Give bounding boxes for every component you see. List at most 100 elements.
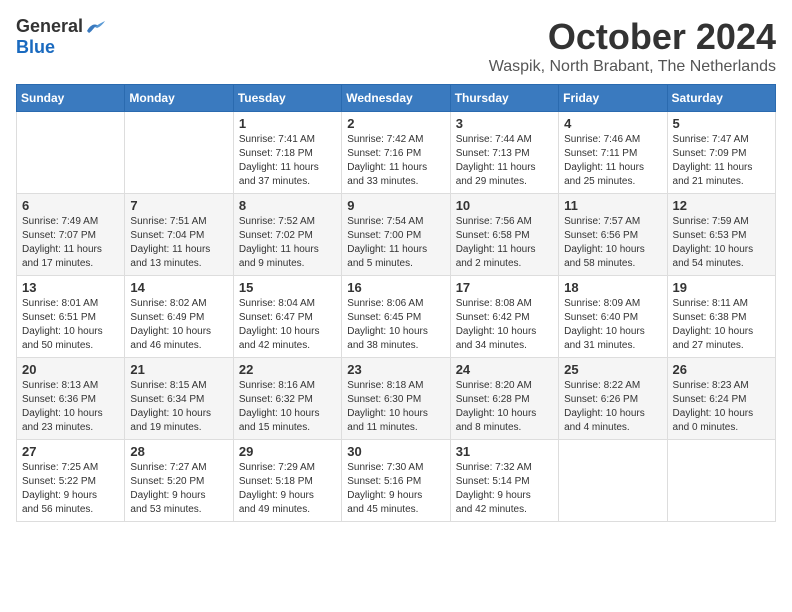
calendar-cell: 31Sunrise: 7:32 AM Sunset: 5:14 PM Dayli… — [450, 440, 558, 522]
calendar-cell: 9 Sunrise: 7:54 AM Sunset: 7:00 PM Daylig… — [342, 194, 450, 276]
day-info: Sunrise: 7:42 AM Sunset: 7:16 PM Dayligh… — [347, 133, 444, 189]
day-info: Sunrise: 7:51 AM Sunset: 7:04 PM Dayligh… — [130, 215, 227, 271]
day-number: 25 — [564, 362, 661, 377]
calendar-cell — [17, 112, 125, 194]
day-number: 19 — [673, 280, 770, 295]
day-number: 10 — [456, 198, 553, 213]
logo-blue: Blue — [16, 37, 55, 58]
calendar-cell: 7 Sunrise: 7:51 AM Sunset: 7:04 PM Daylig… — [125, 194, 233, 276]
day-info: Sunrise: 7:54 AM Sunset: 7:00 PM Dayligh… — [347, 215, 444, 271]
day-info: Sunrise: 8:15 AM Sunset: 6:34 PM Dayligh… — [130, 379, 227, 435]
day-number: 8 — [239, 198, 336, 213]
day-info: Sunrise: 7:59 AM Sunset: 6:53 PM Dayligh… — [673, 215, 770, 271]
day-info: Sunrise: 8:04 AM Sunset: 6:47 PM Dayligh… — [239, 297, 336, 353]
calendar-cell: 17Sunrise: 8:08 AM Sunset: 6:42 PM Dayli… — [450, 276, 558, 358]
day-info: Sunrise: 8:16 AM Sunset: 6:32 PM Dayligh… — [239, 379, 336, 435]
day-info: Sunrise: 7:56 AM Sunset: 6:58 PM Dayligh… — [456, 215, 553, 271]
calendar-header-sunday: Sunday — [17, 85, 125, 112]
logo-general: General — [16, 16, 83, 37]
calendar-cell: 26 Sunrise: 8:23 AM Sunset: 6:24 PM Dayli… — [667, 358, 775, 440]
calendar-header-friday: Friday — [559, 85, 667, 112]
day-number: 2 — [347, 116, 444, 131]
calendar-cell: 18 Sunrise: 8:09 AM Sunset: 6:40 PM Dayli… — [559, 276, 667, 358]
day-number: 28 — [130, 444, 227, 459]
day-number: 30 — [347, 444, 444, 459]
day-number: 5 — [673, 116, 770, 131]
calendar-cell: 20 Sunrise: 8:13 AM Sunset: 6:36 PM Dayli… — [17, 358, 125, 440]
calendar-week-5: 27 Sunrise: 7:25 AM Sunset: 5:22 PM Dayli… — [17, 440, 776, 522]
calendar-week-4: 20 Sunrise: 8:13 AM Sunset: 6:36 PM Dayli… — [17, 358, 776, 440]
day-number: 13 — [22, 280, 119, 295]
month-title: October 2024 — [489, 16, 776, 58]
day-info: Sunrise: 7:30 AM Sunset: 5:16 PM Dayligh… — [347, 461, 444, 517]
day-info: Sunrise: 8:13 AM Sunset: 6:36 PM Dayligh… — [22, 379, 119, 435]
calendar-cell: 29Sunrise: 7:29 AM Sunset: 5:18 PM Dayli… — [233, 440, 341, 522]
location-title: Waspik, North Brabant, The Netherlands — [489, 58, 776, 76]
day-number: 20 — [22, 362, 119, 377]
calendar-cell: 11Sunrise: 7:57 AM Sunset: 6:56 PM Dayli… — [559, 194, 667, 276]
calendar-header-row: SundayMondayTuesdayWednesdayThursdayFrid… — [17, 85, 776, 112]
calendar-cell: 12Sunrise: 7:59 AM Sunset: 6:53 PM Dayli… — [667, 194, 775, 276]
calendar-week-3: 13 Sunrise: 8:01 AM Sunset: 6:51 PM Dayli… — [17, 276, 776, 358]
calendar-cell: 22 Sunrise: 8:16 AM Sunset: 6:32 PM Dayli… — [233, 358, 341, 440]
day-info: Sunrise: 8:20 AM Sunset: 6:28 PM Dayligh… — [456, 379, 553, 435]
logo-bird-icon — [85, 19, 105, 35]
day-info: Sunrise: 8:23 AM Sunset: 6:24 PM Dayligh… — [673, 379, 770, 435]
day-number: 29 — [239, 444, 336, 459]
calendar-cell: 15 Sunrise: 8:04 AM Sunset: 6:47 PM Dayli… — [233, 276, 341, 358]
logo: General Blue — [16, 16, 105, 58]
day-info: Sunrise: 7:52 AM Sunset: 7:02 PM Dayligh… — [239, 215, 336, 271]
calendar-cell: 8 Sunrise: 7:52 AM Sunset: 7:02 PM Daylig… — [233, 194, 341, 276]
day-info: Sunrise: 8:18 AM Sunset: 6:30 PM Dayligh… — [347, 379, 444, 435]
calendar-cell: 16 Sunrise: 8:06 AM Sunset: 6:45 PM Dayli… — [342, 276, 450, 358]
calendar-header-monday: Monday — [125, 85, 233, 112]
day-number: 4 — [564, 116, 661, 131]
calendar-cell: 23 Sunrise: 8:18 AM Sunset: 6:30 PM Dayli… — [342, 358, 450, 440]
calendar-cell — [559, 440, 667, 522]
day-info: Sunrise: 7:57 AM Sunset: 6:56 PM Dayligh… — [564, 215, 661, 271]
page-header: General Blue October 2024 Waspik, North … — [16, 16, 776, 76]
title-section: October 2024 Waspik, North Brabant, The … — [489, 16, 776, 76]
day-info: Sunrise: 7:46 AM Sunset: 7:11 PM Dayligh… — [564, 133, 661, 189]
calendar-cell: 14Sunrise: 8:02 AM Sunset: 6:49 PM Dayli… — [125, 276, 233, 358]
day-number: 26 — [673, 362, 770, 377]
day-info: Sunrise: 7:32 AM Sunset: 5:14 PM Dayligh… — [456, 461, 553, 517]
calendar-cell: 21 Sunrise: 8:15 AM Sunset: 6:34 PM Dayli… — [125, 358, 233, 440]
day-info: Sunrise: 7:27 AM Sunset: 5:20 PM Dayligh… — [130, 461, 227, 517]
day-info: Sunrise: 8:09 AM Sunset: 6:40 PM Dayligh… — [564, 297, 661, 353]
calendar-cell: 19Sunrise: 8:11 AM Sunset: 6:38 PM Dayli… — [667, 276, 775, 358]
day-number: 24 — [456, 362, 553, 377]
calendar-table: SundayMondayTuesdayWednesdayThursdayFrid… — [16, 84, 776, 522]
day-info: Sunrise: 7:44 AM Sunset: 7:13 PM Dayligh… — [456, 133, 553, 189]
calendar-cell: 30 Sunrise: 7:30 AM Sunset: 5:16 PM Dayli… — [342, 440, 450, 522]
calendar-cell: 4 Sunrise: 7:46 AM Sunset: 7:11 PM Daylig… — [559, 112, 667, 194]
day-number: 23 — [347, 362, 444, 377]
day-number: 15 — [239, 280, 336, 295]
calendar-header-tuesday: Tuesday — [233, 85, 341, 112]
day-number: 9 — [347, 198, 444, 213]
day-info: Sunrise: 7:47 AM Sunset: 7:09 PM Dayligh… — [673, 133, 770, 189]
calendar-cell — [667, 440, 775, 522]
day-number: 14 — [130, 280, 227, 295]
calendar-cell: 2 Sunrise: 7:42 AM Sunset: 7:16 PM Daylig… — [342, 112, 450, 194]
day-number: 18 — [564, 280, 661, 295]
day-number: 3 — [456, 116, 553, 131]
day-info: Sunrise: 7:41 AM Sunset: 7:18 PM Dayligh… — [239, 133, 336, 189]
day-number: 7 — [130, 198, 227, 213]
day-number: 6 — [22, 198, 119, 213]
calendar-cell: 3 Sunrise: 7:44 AM Sunset: 7:13 PM Daylig… — [450, 112, 558, 194]
day-number: 16 — [347, 280, 444, 295]
calendar-header-saturday: Saturday — [667, 85, 775, 112]
calendar-cell: 24 Sunrise: 8:20 AM Sunset: 6:28 PM Dayli… — [450, 358, 558, 440]
day-number: 22 — [239, 362, 336, 377]
calendar-cell: 6 Sunrise: 7:49 AM Sunset: 7:07 PM Daylig… — [17, 194, 125, 276]
day-info: Sunrise: 8:01 AM Sunset: 6:51 PM Dayligh… — [22, 297, 119, 353]
day-info: Sunrise: 7:49 AM Sunset: 7:07 PM Dayligh… — [22, 215, 119, 271]
day-info: Sunrise: 7:25 AM Sunset: 5:22 PM Dayligh… — [22, 461, 119, 517]
day-info: Sunrise: 8:06 AM Sunset: 6:45 PM Dayligh… — [347, 297, 444, 353]
calendar-cell: 5 Sunrise: 7:47 AM Sunset: 7:09 PM Daylig… — [667, 112, 775, 194]
calendar-cell: 13 Sunrise: 8:01 AM Sunset: 6:51 PM Dayli… — [17, 276, 125, 358]
day-info: Sunrise: 8:22 AM Sunset: 6:26 PM Dayligh… — [564, 379, 661, 435]
day-number: 21 — [130, 362, 227, 377]
day-number: 27 — [22, 444, 119, 459]
